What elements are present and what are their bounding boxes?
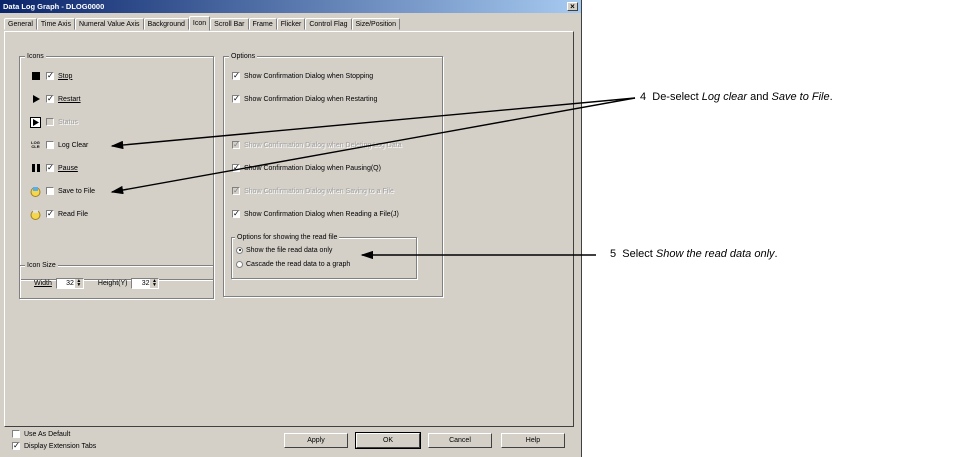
step-4-text-d: Save to File [771,91,830,103]
annotation-step-4: 4 De-select Log clear and Save to File. [640,91,833,103]
arrow-to-log-clear [110,97,636,150]
step-4-text-b: Log clear [701,91,748,103]
step-4-text-c: and [747,91,772,103]
annotation-arrows [110,97,636,260]
step-4-number: 4 [640,91,647,103]
step-5-text-a: Select [622,248,656,260]
step-4-text-a: De-select [652,91,702,103]
tab-icon[interactable]: Icon [188,16,211,31]
step-5-text-c: . [774,248,778,260]
annotation-step-5: 5 Select Show the read data only. [610,248,778,260]
step-5-number: 5 [610,248,617,260]
step-4-text-e: . [829,91,833,103]
step-5-text-b: Show the read data only [655,248,775,260]
arrow-to-save-to-file [110,97,636,195]
